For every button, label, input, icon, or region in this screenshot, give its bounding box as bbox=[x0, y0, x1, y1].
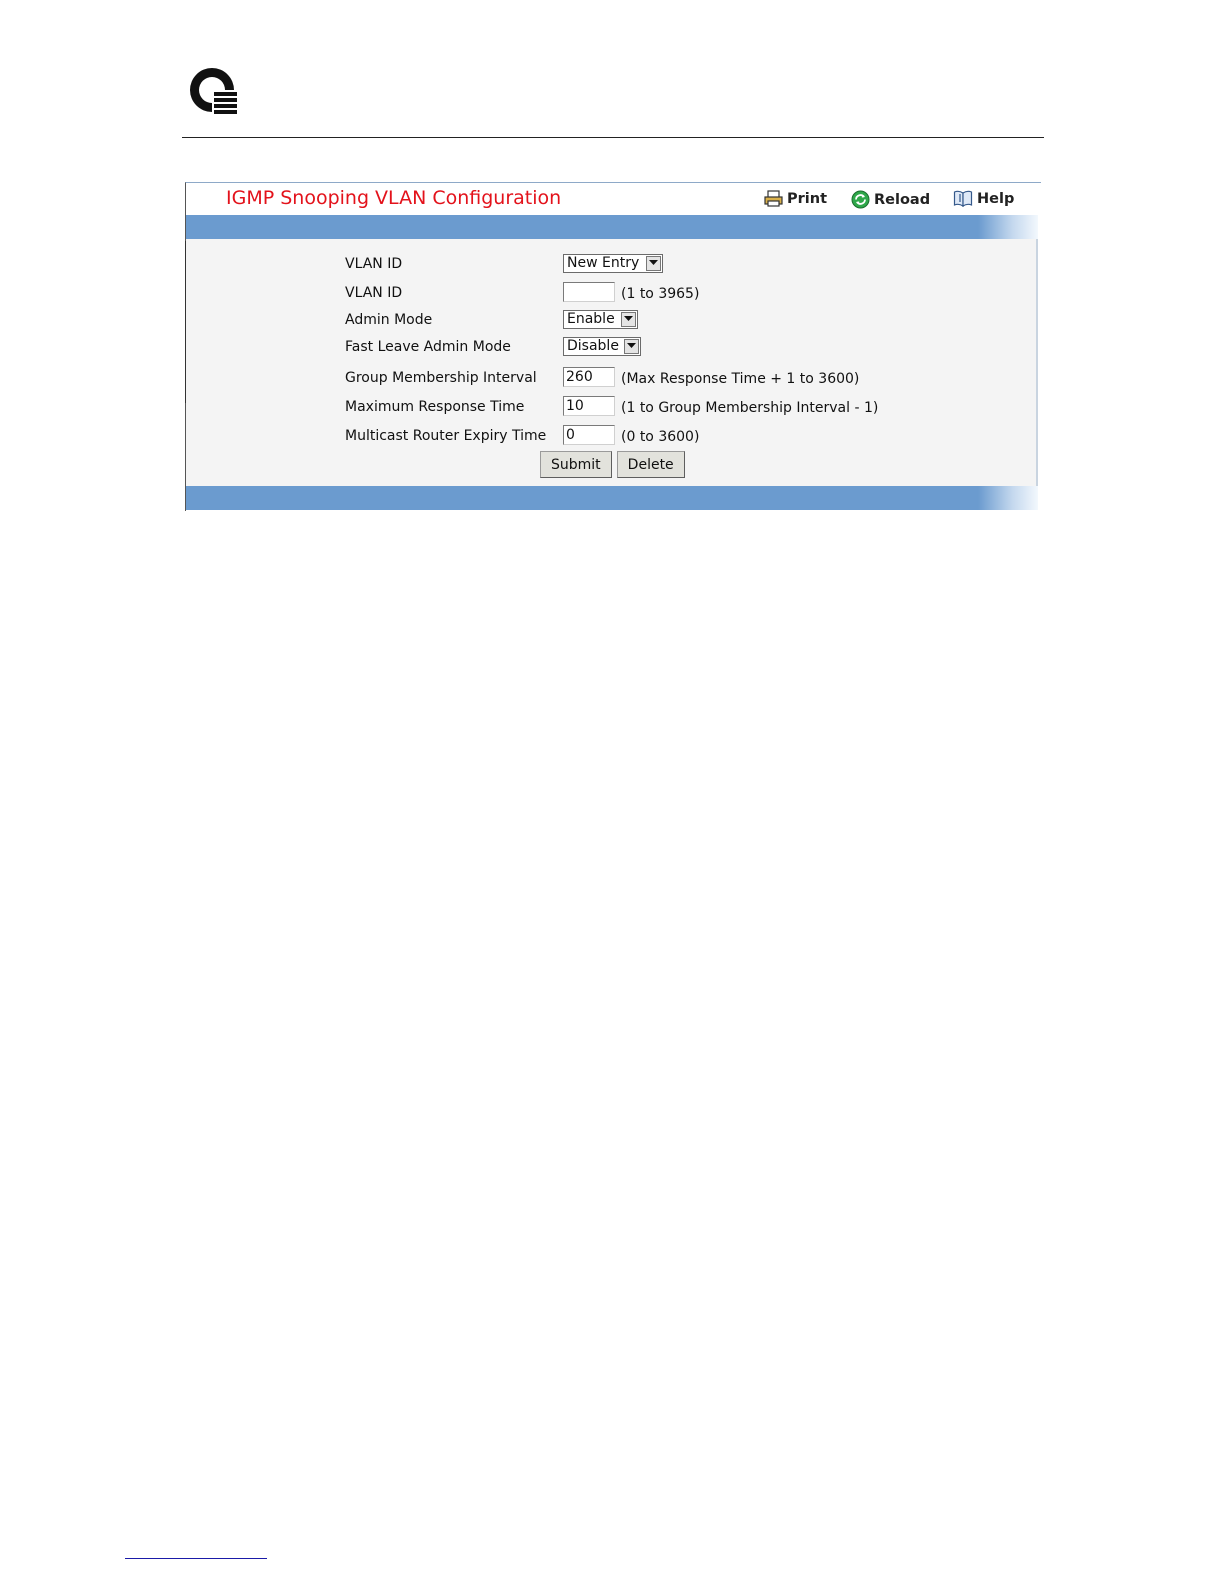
admin-mode-row: Admin Mode Enable bbox=[186, 308, 1038, 332]
mrouter-expiry-hint: (0 to 3600) bbox=[621, 429, 700, 445]
delete-button[interactable]: Delete bbox=[616, 451, 685, 478]
page-title: IGMP Snooping VLAN Configuration bbox=[226, 187, 562, 209]
vlan-id-label: VLAN ID bbox=[345, 285, 403, 301]
vlan-select-label: VLAN ID bbox=[345, 256, 403, 272]
form-buttons: Submit Delete bbox=[540, 451, 685, 478]
fast-leave-label: Fast Leave Admin Mode bbox=[345, 339, 511, 355]
group-membership-hint: (Max Response Time + 1 to 3600) bbox=[621, 371, 860, 387]
top-banner-bar bbox=[186, 215, 1038, 239]
config-panel: IGMP Snooping VLAN Configuration Print R… bbox=[185, 182, 1041, 511]
vlan-id-hint: (1 to 3965) bbox=[621, 286, 700, 302]
chevron-down-icon bbox=[621, 311, 636, 327]
group-membership-label: Group Membership Interval bbox=[345, 370, 537, 386]
vlan-id-select[interactable]: New Entry bbox=[563, 253, 663, 273]
reload-button[interactable]: Reload bbox=[851, 190, 930, 209]
fast-leave-row: Fast Leave Admin Mode Disable bbox=[186, 335, 1038, 359]
max-response-hint: (1 to Group Membership Interval - 1) bbox=[621, 400, 879, 416]
reload-icon bbox=[851, 190, 870, 209]
brand-logo-icon bbox=[190, 68, 237, 114]
vlan-select-row: VLAN ID New Entry bbox=[186, 252, 1038, 276]
mrouter-expiry-row: Multicast Router Expiry Time (0 to 3600) bbox=[186, 424, 1038, 448]
admin-mode-value: Enable bbox=[567, 311, 615, 327]
vlan-id-row: VLAN ID (1 to 3965) bbox=[186, 281, 1038, 305]
help-book-icon bbox=[953, 190, 973, 207]
admin-mode-label: Admin Mode bbox=[345, 312, 433, 328]
reload-label: Reload bbox=[874, 191, 931, 208]
header-divider bbox=[182, 137, 1044, 138]
vlan-id-input[interactable] bbox=[563, 281, 615, 302]
max-response-row: Maximum Response Time (1 to Group Member… bbox=[186, 395, 1038, 419]
help-button[interactable]: Help bbox=[953, 190, 1014, 207]
fast-leave-value: Disable bbox=[567, 338, 619, 354]
submit-button[interactable]: Submit bbox=[540, 451, 612, 478]
vlan-id-select-value: New Entry bbox=[567, 255, 640, 271]
admin-mode-select[interactable]: Enable bbox=[563, 309, 638, 329]
print-label: Print bbox=[787, 190, 828, 207]
mrouter-expiry-label: Multicast Router Expiry Time bbox=[345, 428, 547, 444]
max-response-input[interactable] bbox=[563, 395, 615, 416]
chevron-down-icon bbox=[646, 255, 661, 271]
chevron-down-icon bbox=[624, 338, 639, 354]
printer-icon bbox=[764, 190, 783, 207]
max-response-label: Maximum Response Time bbox=[345, 399, 525, 415]
footer-divider bbox=[125, 1558, 267, 1559]
title-row: IGMP Snooping VLAN Configuration Print R… bbox=[186, 183, 1041, 215]
group-membership-row: Group Membership Interval (Max Response … bbox=[186, 366, 1038, 390]
form-area: VLAN ID New Entry VLAN ID (1 to 3965) Ad… bbox=[186, 239, 1038, 486]
fast-leave-select[interactable]: Disable bbox=[563, 336, 641, 356]
help-label: Help bbox=[977, 190, 1015, 207]
bottom-banner-bar bbox=[186, 486, 1038, 510]
print-button[interactable]: Print bbox=[764, 190, 827, 207]
group-membership-input[interactable] bbox=[563, 366, 615, 387]
mrouter-expiry-input[interactable] bbox=[563, 424, 615, 445]
